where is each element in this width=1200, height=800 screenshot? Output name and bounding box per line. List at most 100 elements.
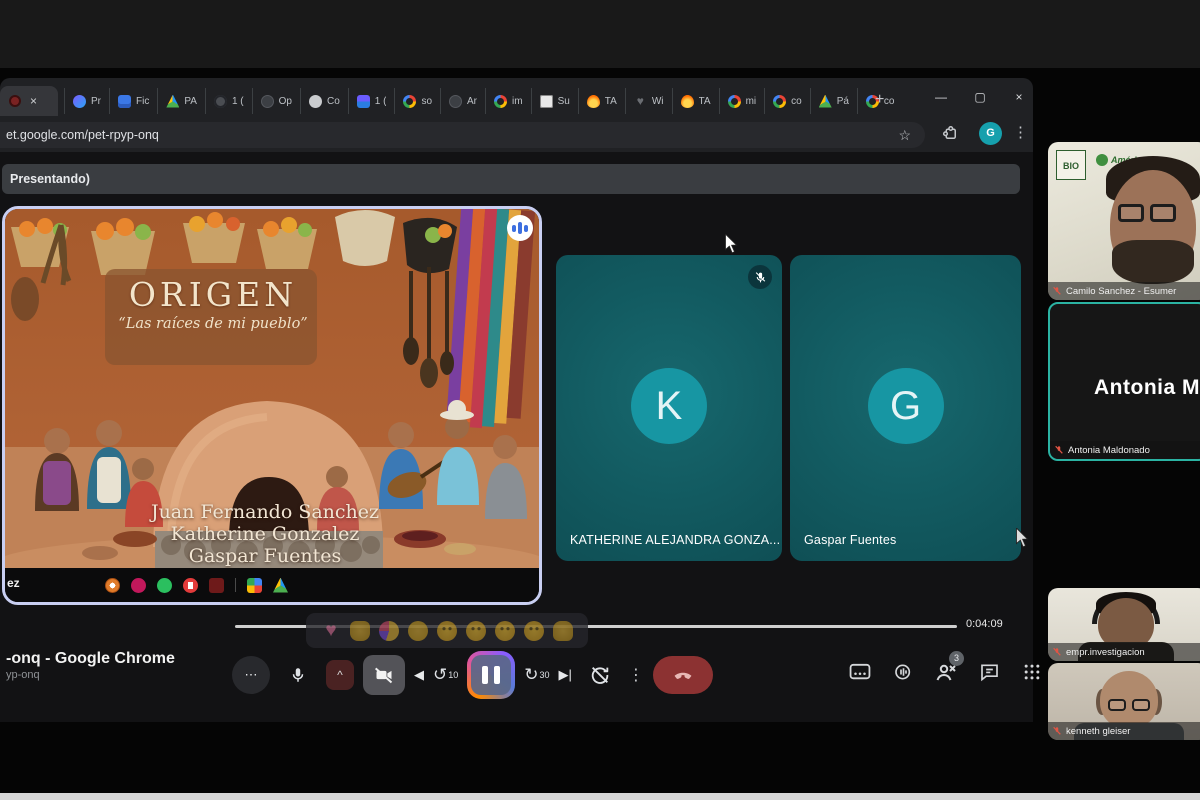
browser-tab[interactable]: Su <box>531 88 578 114</box>
browser-tab[interactable]: Op <box>252 88 300 114</box>
desktop-top-strip <box>0 0 1200 68</box>
tab-favicon <box>357 95 370 108</box>
participants-icon[interactable]: 3 <box>934 660 958 684</box>
profile-avatar[interactable]: G <box>979 122 1002 145</box>
tab-favicon <box>73 95 86 108</box>
microphone-button[interactable] <box>279 656 317 694</box>
tab-favicon <box>449 95 462 108</box>
browser-tab[interactable]: TA <box>578 88 625 114</box>
forward-30-button[interactable]: ↻30 <box>524 665 549 685</box>
filmstrip-tile-kenneth[interactable]: kenneth gleiser <box>1048 663 1200 740</box>
browser-tab[interactable]: Pá <box>810 88 857 114</box>
tab-favicon <box>540 95 553 108</box>
taskbar-app-icon <box>273 578 288 593</box>
tab-label: Pr <box>91 96 101 107</box>
tab-label: so <box>421 96 432 107</box>
address-bar[interactable]: et.google.com/pet-rpyp-onq ☆ <box>0 122 925 148</box>
mouse-cursor <box>723 234 739 254</box>
taskbar-app-icon <box>235 578 236 592</box>
tab-label: Fic <box>136 96 149 107</box>
tab-label: Wi <box>652 96 664 107</box>
participant-tile-gaspar[interactable]: G Gaspar Fuentes <box>790 255 1021 561</box>
browser-tab[interactable]: Co <box>300 88 348 114</box>
chat-icon[interactable] <box>977 660 1001 684</box>
tab-label: co <box>884 96 895 107</box>
reaction-emoji[interactable] <box>495 621 515 641</box>
reaction-emoji[interactable] <box>466 621 486 641</box>
slide-title: ORIGEN <box>113 275 313 314</box>
tab-label: co <box>791 96 802 107</box>
tab-label: 1 ( <box>232 96 244 107</box>
reaction-emoji[interactable] <box>379 621 399 641</box>
replay-10-button[interactable]: ↺10 <box>433 665 458 685</box>
reaction-emoji[interactable] <box>350 621 370 641</box>
reaction-emoji[interactable] <box>321 621 341 641</box>
pinned-tab[interactable]: × <box>0 86 58 116</box>
apps-grid-icon[interactable] <box>1020 660 1044 684</box>
extensions-icon[interactable] <box>941 124 959 142</box>
camera-expand-button[interactable]: ^ <box>326 660 354 690</box>
browser-tab[interactable]: so <box>394 88 440 114</box>
browser-tab[interactable]: mi <box>719 88 765 114</box>
tab-favicon <box>214 95 227 108</box>
presenting-banner: Presentando) <box>2 164 1020 194</box>
end-call-button[interactable] <box>653 656 713 694</box>
more-options-button[interactable]: ⋯ <box>232 656 270 694</box>
browser-tab[interactable]: Fic <box>109 88 157 114</box>
skip-previous-icon[interactable]: ◀ <box>414 667 424 683</box>
more-vertical-icon[interactable]: ⋮ <box>628 665 644 685</box>
close-button[interactable]: × <box>1008 90 1030 104</box>
browser-tab[interactable]: 1 ( <box>348 88 395 114</box>
minimize-button[interactable]: — <box>930 90 952 104</box>
filmstrip-tile-antonia[interactable]: Antonia M Antonia Maldonado <box>1048 302 1200 461</box>
mic-muted-icon <box>748 265 772 289</box>
audio-playing-icon <box>507 215 533 241</box>
browser-tab[interactable]: PA <box>157 88 205 114</box>
display-name-large: Antonia M <box>1050 376 1200 400</box>
browser-tab[interactable]: im <box>485 88 531 114</box>
skip-next-icon[interactable]: ▶| <box>559 667 572 683</box>
pause-button[interactable] <box>467 651 515 699</box>
america-logo-icon <box>1096 154 1108 166</box>
browser-menu-icon[interactable]: ⋮ <box>1013 123 1028 141</box>
tab-favicon <box>587 95 600 108</box>
browser-tab[interactable]: Ar <box>440 88 485 114</box>
presentation-tile[interactable]: ORIGEN “Las raíces de mi pueblo” Juan Fe… <box>2 206 542 605</box>
url-text[interactable]: et.google.com/pet-rpyp-onq <box>0 128 898 142</box>
camera-off-button[interactable] <box>363 655 405 695</box>
playback-timer: 0:04:09 <box>966 618 1003 630</box>
participant-label: kenneth gleiser <box>1048 722 1200 740</box>
bookmark-star-icon[interactable]: ☆ <box>898 127 925 144</box>
new-tab-button[interactable]: + <box>875 92 884 108</box>
filmstrip-tile-empr[interactable]: empr.investigacion <box>1048 588 1200 661</box>
speaker-icon[interactable] <box>891 660 915 684</box>
participant-label: empr.investigacion <box>1048 643 1200 661</box>
maximize-button[interactable]: ▢ <box>969 90 991 104</box>
browser-tab[interactable]: co <box>764 88 810 114</box>
slide-subtitle: “Las raíces de mi pueblo” <box>113 316 313 332</box>
browser-tab[interactable]: Pr <box>64 88 109 114</box>
captions-icon[interactable] <box>848 660 872 684</box>
presenting-banner-text: Presentando) <box>2 172 90 186</box>
tab-label: TA <box>605 96 617 107</box>
meeting-panels-icons: 3 <box>848 660 1044 684</box>
participant-avatar: K <box>631 368 707 444</box>
browser-tab[interactable]: Wi <box>625 88 672 114</box>
browser-tab[interactable]: TA <box>672 88 719 114</box>
tab-favicon <box>819 95 832 108</box>
tab-close-icon[interactable]: × <box>30 94 37 108</box>
reaction-emoji[interactable] <box>553 621 573 641</box>
gesture-off-button[interactable] <box>581 656 619 694</box>
slide-author-names: Juan Fernando Sanchez Katherine Gonzalez… <box>45 501 485 567</box>
presentation-slide: ORIGEN “Las raíces de mi pueblo” Juan Fe… <box>5 209 539 568</box>
reaction-emoji[interactable] <box>437 621 457 641</box>
reaction-emoji[interactable] <box>524 621 544 641</box>
participant-tile-katherine[interactable]: K KATHERINE ALEJANDRA GONZA... <box>556 255 782 561</box>
reaction-emoji[interactable] <box>408 621 428 641</box>
filmstrip-tile-camilo[interactable]: BIO América Camilo Sanchez - Esumer <box>1048 142 1200 300</box>
browser-tab[interactable]: 1 ( <box>205 88 252 114</box>
tab-label: Ar <box>467 96 477 107</box>
tab-label: im <box>512 96 523 107</box>
screenshot-stage: × Pr Fic PA 1 ( O <box>0 0 1200 800</box>
participant-label: Antonia Maldonado <box>1050 441 1200 459</box>
